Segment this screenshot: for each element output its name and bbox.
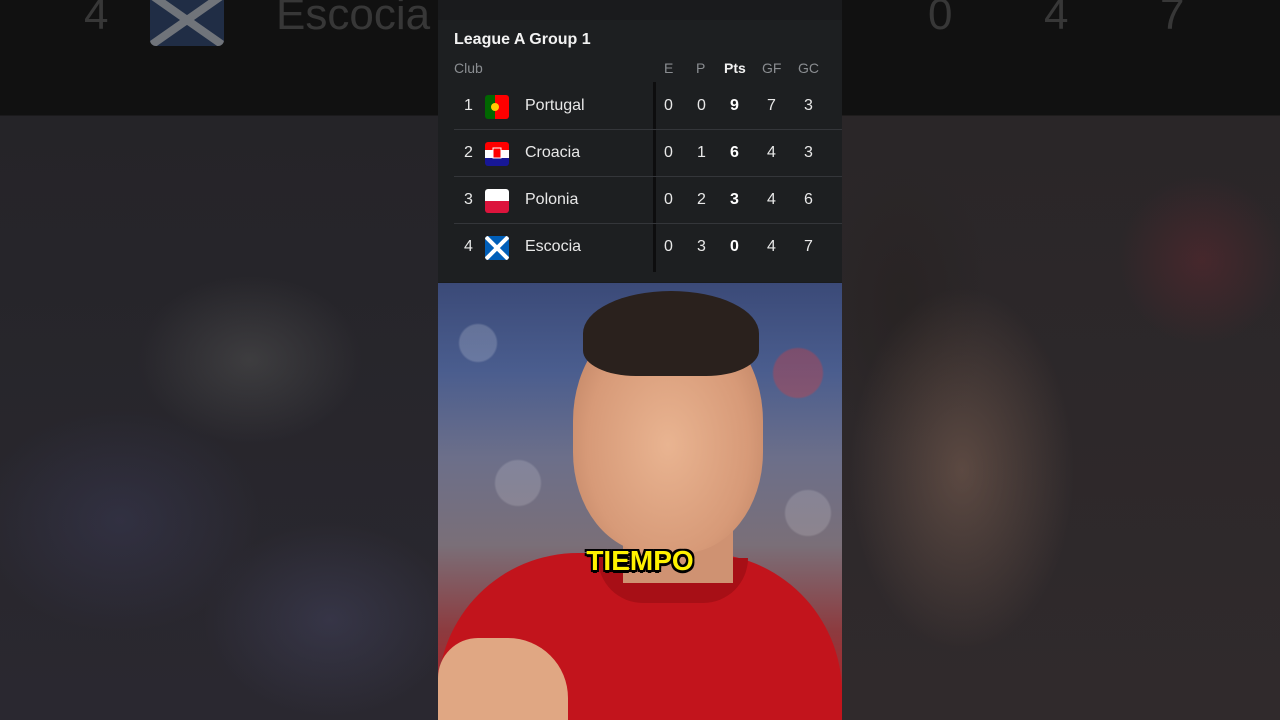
row-pts: 9 <box>730 97 739 114</box>
poland-flag-icon <box>485 189 509 213</box>
row-gf: 4 <box>767 191 776 208</box>
column-header-p: P <box>696 60 706 76</box>
table-row: 2 Croacia 0 1 6 4 3 <box>454 131 842 177</box>
video-frame: League A Group 1 Club E P Pts GF GC 1 Po… <box>438 0 842 720</box>
row-pts: 0 <box>730 238 739 255</box>
ghost-value: 0 <box>928 0 953 39</box>
standings-title: League A Group 1 <box>454 31 591 48</box>
row-gc: 7 <box>804 238 813 255</box>
scotland-flag-icon <box>485 236 509 260</box>
row-club: Portugal <box>525 97 585 114</box>
row-gf: 4 <box>767 144 776 161</box>
row-pts: 6 <box>730 144 739 161</box>
row-p: 3 <box>697 238 706 255</box>
row-divider <box>454 129 842 130</box>
blurred-background-left: 4 Escocia <box>0 0 438 720</box>
blurred-background-right: 0 4 7 <box>842 0 1280 720</box>
row-gc: 3 <box>804 144 813 161</box>
ghost-club: Escocia <box>276 0 431 39</box>
column-header-club: Club <box>454 60 483 76</box>
row-e: 0 <box>664 191 673 208</box>
row-pts: 3 <box>730 191 739 208</box>
ghost-value: 7 <box>1160 0 1185 39</box>
column-header-gc: GC <box>798 60 819 76</box>
column-header-pts: Pts <box>724 60 746 76</box>
row-divider <box>454 176 842 177</box>
row-club: Croacia <box>525 144 581 161</box>
portugal-flag-icon <box>485 95 509 119</box>
ghost-position: 4 <box>84 0 109 39</box>
standings-table: League A Group 1 Club E P Pts GF GC 1 Po… <box>438 20 842 282</box>
table-row: 3 Polonia 0 2 3 4 6 <box>454 178 842 224</box>
row-gc: 6 <box>804 191 813 208</box>
player-photo: TIEMPO <box>438 283 842 720</box>
ghost-value: 4 <box>1044 0 1069 39</box>
row-position: 4 <box>464 238 473 255</box>
row-e: 0 <box>664 144 673 161</box>
row-position: 2 <box>464 144 473 161</box>
row-e: 0 <box>664 97 673 114</box>
column-header-e: E <box>664 60 674 76</box>
row-p: 0 <box>697 97 706 114</box>
row-gc: 3 <box>804 97 813 114</box>
table-row: 1 Portugal 0 0 9 7 3 <box>454 84 842 130</box>
row-p: 2 <box>697 191 706 208</box>
croatia-flag-icon <box>485 142 509 166</box>
player-hair <box>583 291 759 376</box>
column-header-gf: GF <box>762 60 782 76</box>
row-club: Escocia <box>525 238 582 255</box>
row-p: 1 <box>697 144 706 161</box>
row-position: 3 <box>464 191 473 208</box>
row-club: Polonia <box>525 191 579 208</box>
row-position: 1 <box>464 97 473 114</box>
row-divider <box>454 223 842 224</box>
table-row: 4 Escocia 0 3 0 4 7 <box>454 225 842 271</box>
row-e: 0 <box>664 238 673 255</box>
row-gf: 7 <box>767 97 776 114</box>
row-gf: 4 <box>767 238 776 255</box>
subtitle-caption: TIEMPO <box>586 545 694 576</box>
ghost-scotland-flag-icon <box>150 0 224 46</box>
